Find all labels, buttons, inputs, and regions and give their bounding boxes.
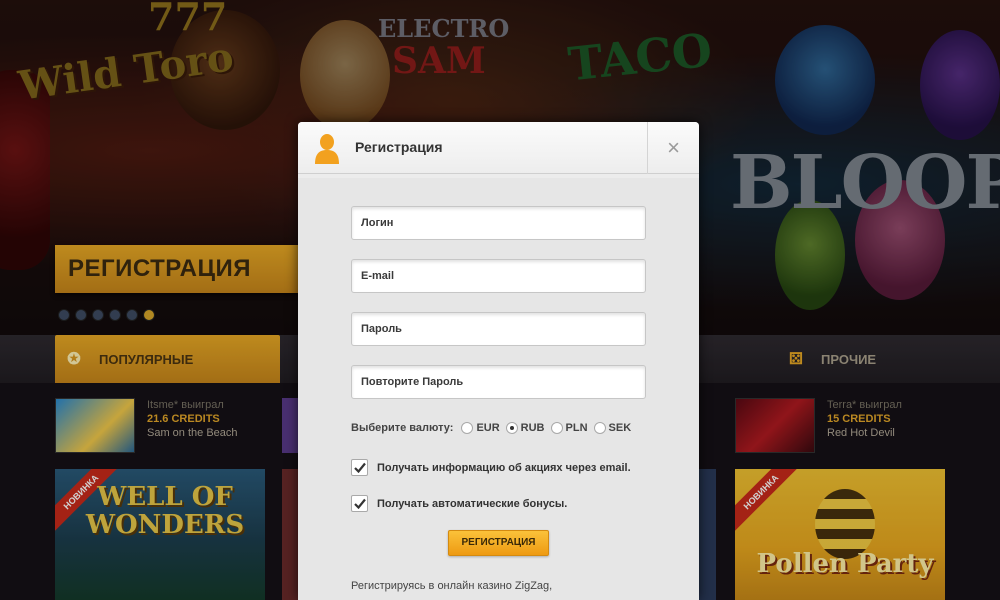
registration-modal: Регистрация × Выберите валюту: EUR RUB P… xyxy=(298,122,699,600)
login-input[interactable] xyxy=(351,206,646,240)
auto-bonus-label: Получать автоматические бонусы. xyxy=(377,497,568,510)
register-button[interactable]: РЕГИСТРАЦИЯ xyxy=(448,530,549,556)
promo-email-option[interactable]: Получать информацию об акциях через emai… xyxy=(351,459,631,476)
currency-label: Выберите валюту: xyxy=(351,422,454,434)
currency-radio-rub[interactable] xyxy=(505,422,518,434)
auto-bonus-option[interactable]: Получать автоматические бонусы. xyxy=(351,495,567,512)
password-input[interactable] xyxy=(351,312,646,346)
modal-title: Регистрация xyxy=(355,139,443,155)
auto-bonus-checkbox[interactable] xyxy=(351,495,368,512)
legal-text: Регистрируясь в онлайн казино ZigZag, xyxy=(351,580,553,592)
checkmark-icon xyxy=(353,498,366,509)
promo-email-checkbox[interactable] xyxy=(351,459,368,476)
promo-email-label: Получать информацию об акциях через emai… xyxy=(377,461,631,474)
checkmark-icon xyxy=(353,462,366,473)
modal-header: Регистрация × xyxy=(298,122,699,174)
close-icon: × xyxy=(667,135,680,160)
currency-radio-eur[interactable] xyxy=(461,422,474,434)
user-icon xyxy=(314,133,340,165)
close-button[interactable]: × xyxy=(647,122,699,174)
repeat-password-input[interactable] xyxy=(351,365,646,399)
currency-option-label: EUR xyxy=(476,422,500,434)
currency-selector: Выберите валюту: EUR RUB PLN SEK xyxy=(351,422,633,434)
currency-option-label: RUB xyxy=(520,422,545,434)
currency-radio-pln[interactable] xyxy=(550,422,563,434)
registration-form: Выберите валюту: EUR RUB PLN SEK Получат… xyxy=(298,178,699,600)
currency-radio-sek[interactable] xyxy=(593,422,606,434)
email-input[interactable] xyxy=(351,259,646,293)
currency-option-label: SEK xyxy=(608,422,632,434)
currency-option-label: PLN xyxy=(565,422,588,434)
